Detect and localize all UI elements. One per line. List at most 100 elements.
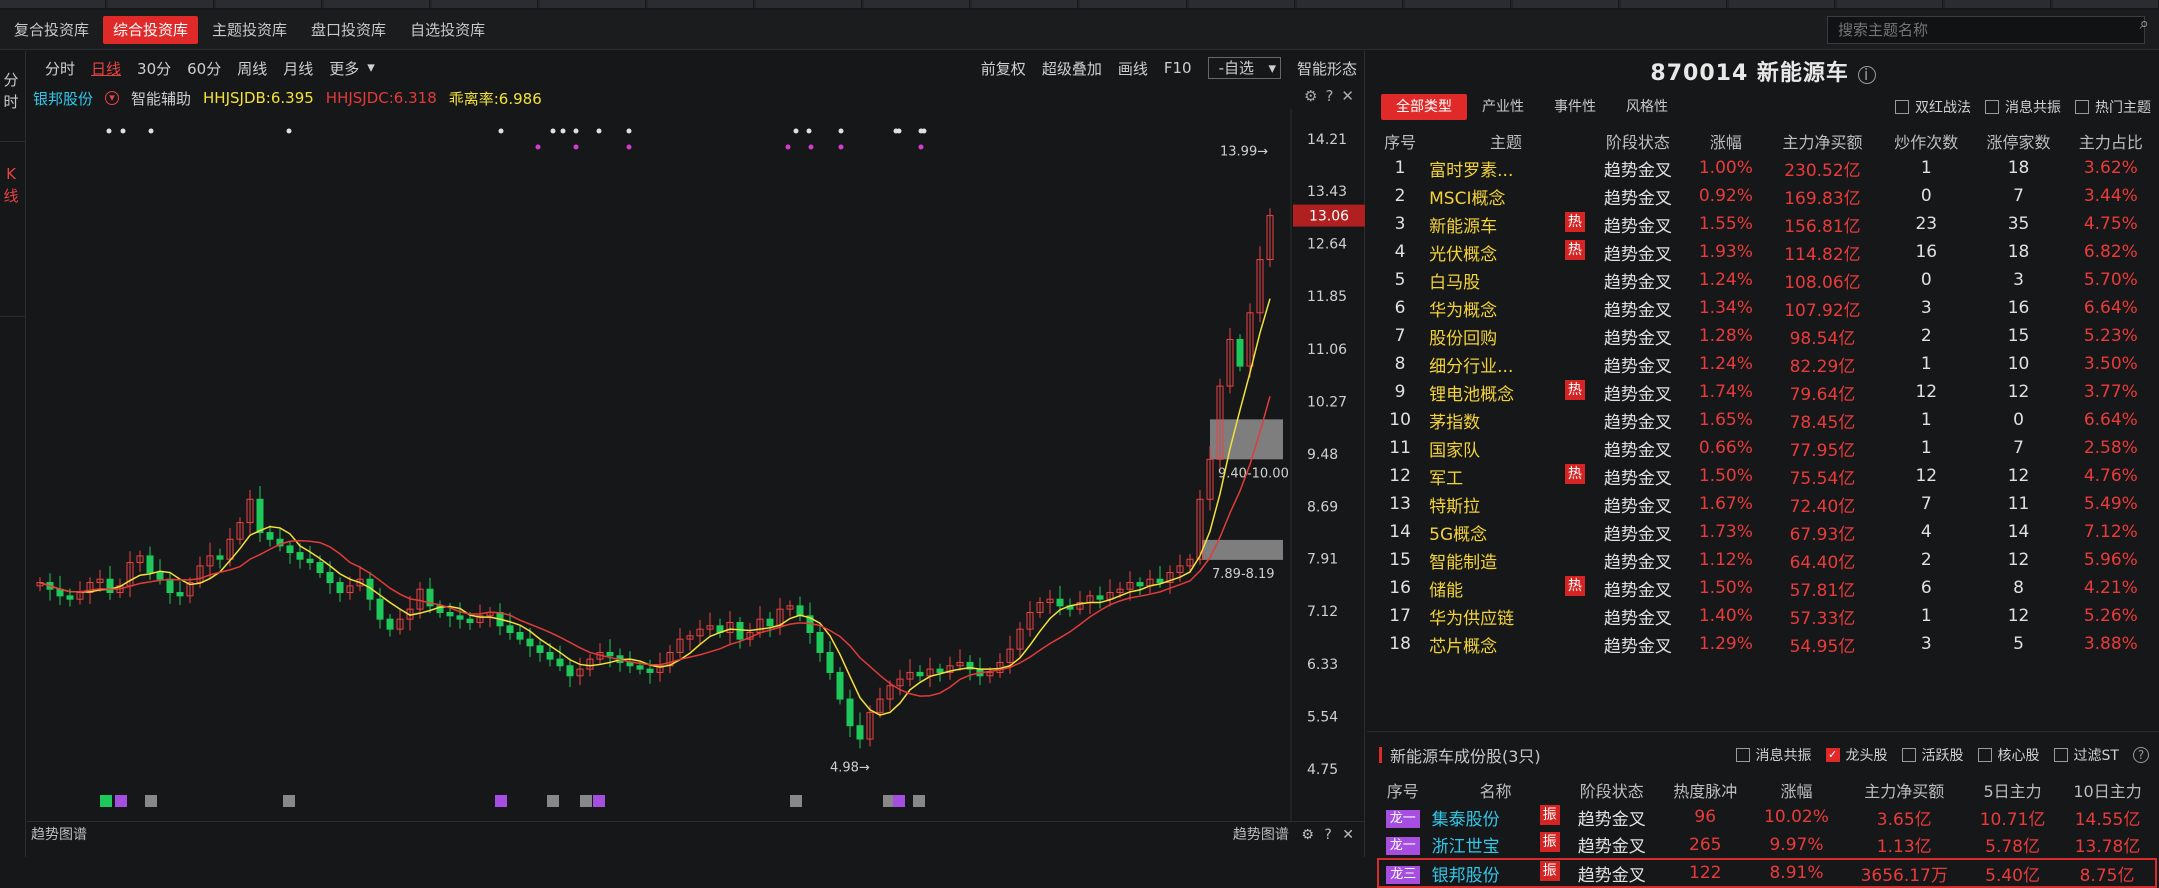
theme-name[interactable]: 国家队 — [1429, 441, 1480, 461]
rail-tab-fenshi[interactable]: 分时 — [0, 69, 22, 113]
theme-name[interactable]: 茅指数 — [1429, 413, 1480, 433]
table-header-cell[interactable]: 涨幅 — [1687, 127, 1765, 154]
period-tab[interactable]: 分时 — [37, 58, 83, 79]
help-icon[interactable]: ? — [1325, 87, 1333, 105]
component-checkbox[interactable]: 核心股 — [1977, 745, 2040, 765]
table-header-cell[interactable]: 主力净买额 — [1765, 127, 1880, 154]
stock-name-cell[interactable]: 集泰股份 振 — [1428, 803, 1564, 831]
period-tab[interactable]: 30分 — [129, 58, 179, 79]
checkbox-box[interactable] — [1895, 100, 1909, 114]
checkbox-box[interactable] — [1977, 748, 1992, 762]
table-header-cell[interactable]: 序号 — [1378, 776, 1428, 803]
component-checkbox[interactable]: 过滤ST — [2053, 745, 2119, 765]
table-header-cell[interactable]: 涨幅 — [1751, 776, 1843, 803]
table-row[interactable]: 14 5G概念 趋势金叉 1.73% 67.93亿 4 14 7.12% — [1377, 518, 2157, 546]
period-tab[interactable]: 周线 — [229, 58, 275, 79]
table-header-cell[interactable]: 10日主力 — [2059, 776, 2156, 803]
table-header-cell[interactable]: 主题 — [1423, 127, 1589, 154]
theme-name-cell[interactable]: 特斯拉 — [1423, 490, 1589, 518]
stock-name-cell[interactable]: 浙江世宝 振 — [1428, 831, 1564, 859]
subnav-tab[interactable]: 复合投资库 — [4, 16, 99, 44]
checkbox-box[interactable] — [2075, 100, 2089, 114]
table-row[interactable]: 10 茅指数 趋势金叉 1.65% 78.45亿 1 0 6.64% — [1377, 406, 2157, 434]
checkbox-box[interactable] — [1735, 748, 1750, 762]
checkbox-box[interactable] — [1901, 748, 1916, 762]
theme-name-cell[interactable]: 华为供应链 — [1423, 602, 1589, 630]
table-header-cell[interactable]: 炒作次数 — [1880, 127, 1972, 154]
theme-name-cell[interactable]: 茅指数 — [1423, 406, 1589, 434]
theme-name-cell[interactable]: 光伏概念 热 — [1423, 238, 1589, 266]
smart-pattern-button[interactable]: 智能形态 — [1297, 58, 1357, 79]
super-overlay-button[interactable]: 超级叠加 — [1042, 58, 1102, 79]
table-row[interactable]: 8 细分行业... 趋势金叉 1.24% 82.29亿 1 10 3.50% — [1377, 350, 2157, 378]
theme-name[interactable]: 白马股 — [1429, 273, 1480, 293]
filter-tab[interactable]: 全部类型 — [1381, 94, 1467, 120]
rail-tab-kline[interactable]: K线 — [0, 163, 22, 207]
table-row[interactable]: 11 国家队 趋势金叉 0.66% 77.95亿 1 7 2.58% — [1377, 434, 2157, 462]
theme-name[interactable]: 富时罗素... — [1429, 161, 1513, 181]
theme-name[interactable]: 股份回购 — [1429, 329, 1497, 349]
table-header-cell[interactable]: 热度脉冲 — [1660, 776, 1751, 803]
table-header-cell[interactable]: 主力占比 — [2065, 127, 2157, 154]
table-row[interactable]: 4 光伏概念 热趋势金叉 1.93% 114.82亿 16 18 6.82% — [1377, 238, 2157, 266]
theme-name[interactable]: 华为供应链 — [1429, 609, 1514, 629]
subnav-tab[interactable]: 主题投资库 — [202, 16, 297, 44]
table-row[interactable]: 3 新能源车 热趋势金叉 1.55% 156.81亿 23 35 4.75% — [1377, 210, 2157, 238]
help-icon[interactable]: ? — [2133, 747, 2149, 763]
draw-line-button[interactable]: 画线 — [1118, 58, 1148, 79]
theme-name[interactable]: 储能 — [1429, 581, 1463, 601]
theme-name-cell[interactable]: 股份回购 — [1423, 322, 1589, 350]
settings-icon[interactable]: ⚙ — [1301, 827, 1314, 843]
theme-name-cell[interactable]: 白马股 — [1423, 266, 1589, 294]
chevron-down-icon[interactable]: ▾ — [105, 91, 120, 105]
theme-checkbox[interactable]: 热门主题 — [2075, 97, 2151, 117]
theme-name[interactable]: 锂电池概念 — [1429, 385, 1514, 405]
theme-search-input[interactable] — [1827, 16, 2145, 44]
table-header-cell[interactable]: 阶段状态 — [1589, 127, 1687, 154]
component-checkbox[interactable]: 活跃股 — [1901, 745, 1964, 765]
table-header-cell[interactable]: 5日主力 — [1966, 776, 2059, 803]
theme-name-cell[interactable]: 储能 热 — [1423, 574, 1589, 602]
table-row[interactable]: 18 芯片概念 趋势金叉 1.29% 54.95亿 3 5 3.88% — [1377, 630, 2157, 658]
table-row[interactable]: 7 股份回购 趋势金叉 1.28% 98.54亿 2 15 5.23% — [1377, 322, 2157, 350]
period-tab[interactable]: 月线 — [275, 58, 321, 79]
table-header-cell[interactable]: 序号 — [1377, 127, 1423, 154]
stock-name-cell[interactable]: 银邦股份 振 — [1427, 858, 1564, 888]
f10-button[interactable]: F10 — [1164, 59, 1192, 77]
theme-name[interactable]: 新能源车 — [1429, 217, 1497, 237]
theme-name-cell[interactable]: 华为概念 — [1423, 294, 1589, 322]
subnav-tab[interactable]: 自选投资库 — [400, 16, 495, 44]
table-row[interactable]: 5 白马股 趋势金叉 1.24% 108.06亿 0 3 5.70% — [1377, 266, 2157, 294]
theme-name-cell[interactable]: 芯片概念 — [1423, 630, 1589, 658]
close-icon[interactable]: ✕ — [1341, 87, 1354, 105]
component-row[interactable]: 龙一 集泰股份 振趋势金叉 96 10.02% 3.65亿 10.71亿 14.55亿 — [1378, 803, 2156, 831]
stock-name[interactable]: 集泰股份 — [1432, 810, 1500, 830]
component-checkbox[interactable]: 消息共振 — [1735, 745, 1812, 765]
theme-name-cell[interactable]: 富时罗素... — [1423, 154, 1589, 182]
theme-name[interactable]: 智能制造 — [1429, 553, 1497, 573]
subnav-tab[interactable]: 盘口投资库 — [301, 16, 396, 44]
table-row[interactable]: 13 特斯拉 趋势金叉 1.67% 72.40亿 7 11 5.49% — [1377, 490, 2157, 518]
filter-tab[interactable]: 产业性 — [1467, 94, 1539, 120]
component-row[interactable]: 龙三 银邦股份 振趋势金叉 122 8.91% 3656.17万 5.40亿 8.75亿 — [1377, 858, 2157, 888]
zixuan-select[interactable]: -自选 — [1207, 57, 1281, 79]
settings-icon[interactable]: ⚙ — [1304, 87, 1317, 105]
theme-name-cell[interactable]: 细分行业... — [1423, 350, 1589, 378]
component-row[interactable]: 龙一 浙江世宝 振趋势金叉 265 9.97% 1.13亿 5.78亿 13.78亿 — [1378, 831, 2156, 859]
chevron-down-icon[interactable]: ▾ — [367, 58, 375, 79]
theme-name-cell[interactable]: 5G概念 — [1423, 518, 1589, 546]
table-row[interactable]: 15 智能制造 趋势金叉 1.12% 64.40亿 2 12 5.96% — [1377, 546, 2157, 574]
filter-tab[interactable]: 事件性 — [1539, 94, 1611, 120]
period-tab[interactable]: 日线 — [83, 58, 129, 79]
table-row[interactable]: 1 富时罗素... 趋势金叉 1.00% 230.52亿 1 18 3.62% — [1377, 154, 2157, 182]
theme-name[interactable]: MSCI概念 — [1429, 189, 1505, 209]
candlestick-chart[interactable]: 14.21 13.43 12.64 11.85 11.06 10.27 9.48 8.69 7.… — [27, 109, 1365, 821]
period-tab[interactable]: 更多 — [321, 58, 367, 79]
table-row[interactable]: 12 军工 热趋势金叉 1.50% 75.54亿 12 12 4.76% — [1377, 462, 2157, 490]
search-icon[interactable]: ⌕ — [2139, 14, 2149, 34]
table-header-cell[interactable]: 主力净买额 — [1842, 776, 1966, 803]
theme-checkbox[interactable]: 消息共振 — [1985, 97, 2061, 117]
theme-name[interactable]: 细分行业... — [1429, 357, 1513, 377]
table-row[interactable]: 17 华为供应链 趋势金叉 1.40% 57.33亿 1 12 5.26% — [1377, 602, 2157, 630]
theme-name[interactable]: 光伏概念 — [1429, 245, 1497, 265]
